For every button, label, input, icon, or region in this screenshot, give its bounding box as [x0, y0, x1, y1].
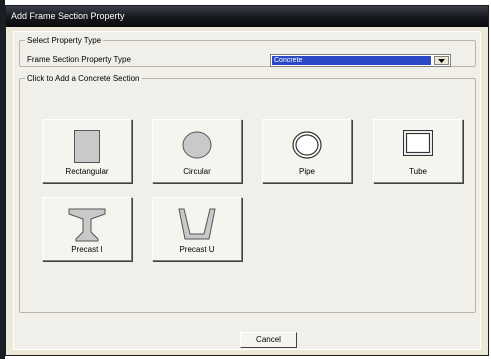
chevron-down-icon: [438, 58, 445, 63]
circular-section-icon: [182, 131, 212, 159]
pipe-section-label: Pipe: [298, 167, 315, 176]
window-title: Add Frame Section Property: [11, 11, 125, 21]
add-frame-section-dialog: Add Frame Section Property Select Proper…: [5, 5, 489, 356]
precast-u-section-icon: [178, 208, 216, 240]
dropdown-arrow-button[interactable]: [434, 56, 449, 65]
precast-u-section-label: Precast U: [179, 245, 215, 254]
pipe-section-icon: [292, 131, 322, 159]
add-concrete-section-legend: Click to Add a Concrete Section: [27, 74, 140, 83]
add-concrete-section-group: Click to Add a Concrete Section: [19, 74, 476, 313]
rectangular-section-button[interactable]: Rectangular: [42, 119, 132, 183]
property-type-selected-value[interactable]: Concrete: [272, 56, 431, 65]
pipe-section-button[interactable]: Pipe: [262, 119, 352, 183]
tube-section-icon: [403, 130, 433, 156]
circular-section-label: Circular: [183, 167, 211, 176]
precast-i-section-label: Precast I: [71, 245, 103, 254]
property-type-dropdown[interactable]: Concrete: [270, 54, 451, 67]
title-bar[interactable]: Add Frame Section Property: [6, 6, 488, 27]
select-property-type-group: Select Property Type Frame Section Prope…: [19, 36, 476, 67]
frame-section-property-type-label: Frame Section Property Type: [27, 55, 131, 64]
precast-i-section-icon: [68, 208, 106, 242]
precast-u-section-button[interactable]: Precast U: [152, 197, 242, 261]
rectangular-section-icon: [74, 130, 100, 163]
dialog-content: Select Property Type Frame Section Prope…: [13, 31, 481, 350]
precast-i-section-button[interactable]: Precast I: [42, 197, 132, 261]
tube-section-label: Tube: [409, 167, 427, 176]
rectangular-section-label: Rectangular: [65, 167, 109, 176]
circular-section-button[interactable]: Circular: [152, 119, 242, 183]
tube-section-button[interactable]: Tube: [373, 119, 463, 183]
select-property-type-legend: Select Property Type: [27, 36, 102, 45]
cancel-button[interactable]: Cancel: [240, 332, 297, 348]
